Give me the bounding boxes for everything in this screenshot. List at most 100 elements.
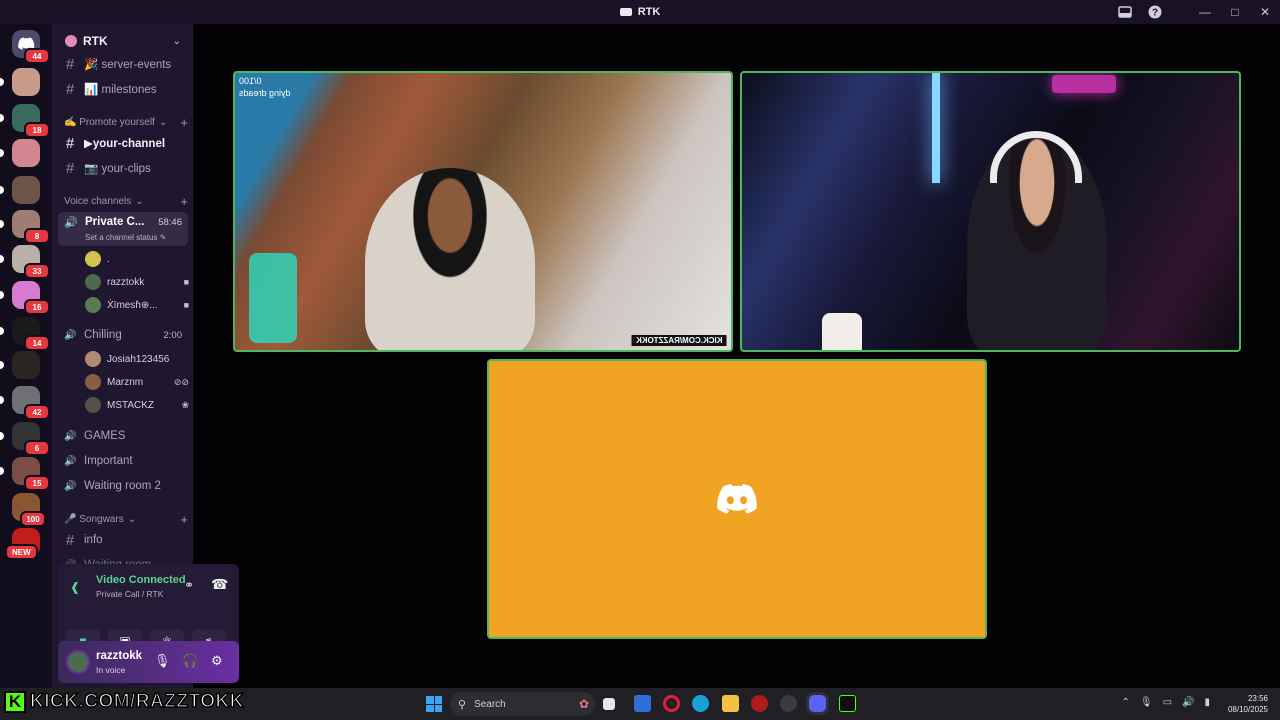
- server-icon-1[interactable]: [12, 68, 40, 96]
- volume-icon[interactable]: 🔊: [1182, 697, 1194, 708]
- notification-badge: 18: [24, 122, 50, 138]
- user-avatar: [85, 297, 101, 313]
- channel-label: Important: [84, 455, 133, 467]
- display-icon[interactable]: ▭: [1163, 697, 1172, 708]
- window-title: RTK: [619, 6, 660, 18]
- clock[interactable]: 23:56 08/10/2025: [1228, 693, 1268, 715]
- hash-icon: #: [65, 134, 75, 152]
- voice-channel-waiting-room-2[interactable]: 🔊 Waiting room 2: [64, 476, 192, 496]
- noise-suppression-icon[interactable]: ⚭: [184, 578, 194, 592]
- category-songwars[interactable]: 🎤 Songwars ⌄ +: [64, 511, 188, 527]
- channel-status[interactable]: Set a channel status ✎: [85, 233, 166, 242]
- connection-status[interactable]: Video Connected: [96, 574, 186, 586]
- voice-user-row[interactable]: razztokk ■: [85, 272, 189, 292]
- chevron-down-icon: ⌄: [127, 513, 137, 525]
- hash-icon: #: [65, 531, 75, 549]
- voice-channel-important[interactable]: 🔊 Important: [64, 451, 192, 471]
- minimize-icon[interactable]: —: [1190, 0, 1220, 24]
- add-channel-icon[interactable]: +: [180, 194, 188, 209]
- discord-taskbar-icon[interactable]: [809, 695, 826, 712]
- notification-badge: 44: [24, 48, 50, 64]
- hash-icon: #: [65, 80, 75, 98]
- voice-user-row[interactable]: MSTACKZ ❀: [85, 395, 189, 415]
- clock-date: 08/10/2025: [1227, 705, 1268, 714]
- maximize-icon[interactable]: □: [1220, 0, 1250, 24]
- search-highlight-icon: ✿: [578, 697, 589, 711]
- clock-time: 23:56: [1247, 694, 1268, 703]
- unread-pill: [0, 432, 4, 440]
- video-tile-camera-off[interactable]: [487, 359, 987, 639]
- svg-text:?: ?: [1152, 8, 1158, 19]
- video-tile-participant-2[interactable]: [740, 71, 1241, 352]
- edge-icon[interactable]: [692, 695, 709, 712]
- unread-pill: [0, 78, 4, 86]
- channel-info[interactable]: # info: [64, 530, 192, 550]
- kick-banner: K KICK.COM/RAZZTOKK: [4, 690, 244, 713]
- user-avatar: [85, 251, 101, 267]
- voice-user-row[interactable]: Ẋïmesɦ⊕... ■: [85, 295, 189, 315]
- headphones-icon[interactable]: 🎧: [182, 653, 198, 669]
- voice-channel-private-active[interactable]: 🔊 Private C... 58:46 Set a channel statu…: [58, 212, 188, 246]
- channel-server-events[interactable]: # 🎉 server-events: [64, 54, 192, 74]
- server-icon-4[interactable]: [12, 176, 40, 204]
- voice-channel-timer: 58:46: [158, 217, 182, 228]
- voice-channel-chilling[interactable]: 🔊 Chilling 2:00: [64, 325, 192, 345]
- inbox-icon[interactable]: [1110, 0, 1140, 24]
- server-header[interactable]: RTK ⌄: [52, 24, 193, 58]
- voice-user-row[interactable]: Josiah123456: [85, 349, 189, 369]
- notification-badge: 16: [24, 299, 50, 315]
- activity-icon: ❀: [181, 399, 189, 410]
- notification-badge: 8: [24, 228, 50, 244]
- unread-pill: [0, 467, 4, 475]
- taskbar-search[interactable]: ⚲ Search ✿: [450, 692, 595, 716]
- help-icon[interactable]: ?: [1140, 0, 1170, 24]
- channel-your-channel[interactable]: # ▶your-channel: [64, 133, 192, 153]
- category-label: 🎤 Songwars: [64, 513, 124, 525]
- water-bottle: [249, 253, 297, 343]
- microphone-icon[interactable]: 🎙: [154, 653, 171, 669]
- start-button[interactable]: [426, 696, 442, 712]
- taskbar: K KICK.COM/RAZZTOKK ⚲ Search ✿ ⌃ 🎙 ▭ 🔊 ▮…: [0, 688, 1280, 720]
- disconnect-icon[interactable]: ☎: [211, 576, 228, 593]
- kick-app-icon[interactable]: [839, 695, 856, 712]
- voice-user-name: Marznm: [107, 376, 144, 388]
- category-voice-channels[interactable]: Voice channels ⌄ +: [64, 193, 188, 209]
- store-icon[interactable]: [634, 695, 651, 712]
- channel-sidebar: RTK ⌄ # 🎉 server-events # 📊 milestones ✍️ …: [52, 24, 239, 688]
- voice-user-name: razztokk: [107, 276, 145, 288]
- chevron-up-icon[interactable]: ⌃: [1121, 697, 1129, 708]
- user-avatar[interactable]: [66, 650, 90, 674]
- voice-user-row[interactable]: .: [85, 249, 189, 269]
- microphone-tray-icon[interactable]: 🎙: [1140, 697, 1153, 708]
- user-panel: razztokk In voice 🎙 🎧 ⚙: [58, 641, 239, 683]
- server-icon-9[interactable]: [12, 351, 40, 379]
- app-red-icon[interactable]: [751, 695, 768, 712]
- task-view-icon[interactable]: [603, 698, 615, 710]
- speaker-icon: 🔊: [64, 329, 77, 341]
- add-channel-icon[interactable]: +: [180, 115, 188, 130]
- settings-gear-icon[interactable]: ⚙: [211, 653, 223, 669]
- server-icon-3[interactable]: [12, 139, 40, 167]
- category-promote-yourself[interactable]: ✍️ Promote yourself ⌄ +: [64, 114, 188, 130]
- channel-milestones[interactable]: # 📊 milestones: [64, 79, 192, 99]
- video-tile-razztokk[interactable]: 0/100 dying dreads KICK.COM/RAZZTOKK: [233, 71, 733, 352]
- file-explorer-icon[interactable]: [722, 695, 739, 712]
- voice-channel-games[interactable]: 🔊 GAMES: [64, 426, 192, 446]
- notification-badge: 42: [24, 404, 50, 420]
- user-name[interactable]: razztokk: [96, 650, 142, 662]
- hash-icon: #: [65, 159, 75, 177]
- category-label: Voice channels: [64, 195, 132, 207]
- channel-label: ▶your-channel: [84, 138, 166, 150]
- battery-icon[interactable]: ▮: [1204, 697, 1210, 708]
- speaker-icon: 🔊: [64, 430, 77, 442]
- app-dark-icon[interactable]: [780, 695, 797, 712]
- connection-location[interactable]: Private Call / RTK: [96, 589, 163, 599]
- add-channel-icon[interactable]: +: [180, 512, 188, 527]
- notification-badge: 6: [24, 440, 50, 456]
- voice-user-row[interactable]: Marznm ⊘⊘: [85, 372, 189, 392]
- channel-your-clips[interactable]: # 📷 your-clips: [64, 158, 192, 178]
- discord-logo-icon: [717, 484, 757, 514]
- opera-icon[interactable]: [663, 695, 680, 712]
- close-icon[interactable]: ✕: [1250, 0, 1280, 24]
- search-icon: ⚲: [458, 698, 467, 711]
